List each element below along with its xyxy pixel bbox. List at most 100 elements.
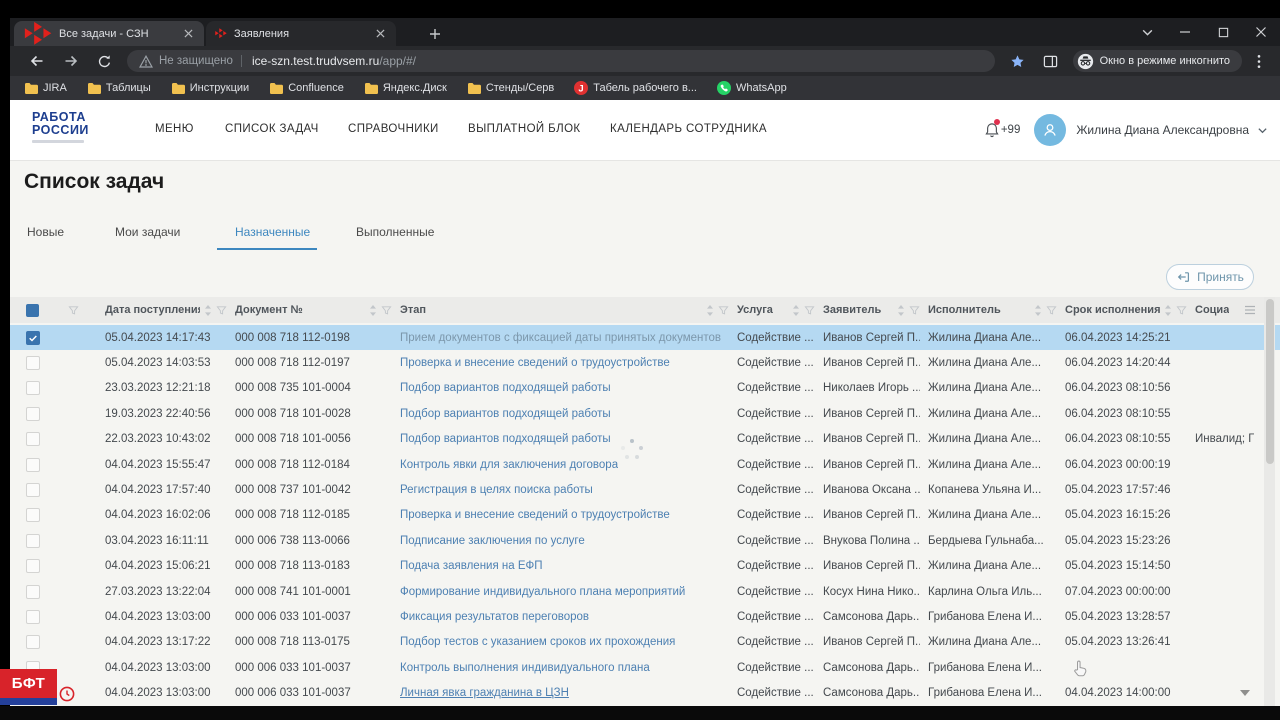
row-checkbox[interactable] [26,381,40,396]
window-maximize-button[interactable] [1204,18,1242,46]
cell-text[interactable]: Подбор вариантов подходящей работы [400,433,611,445]
filter-funnel-icon[interactable] [804,305,815,316]
row-checkbox[interactable] [26,330,40,345]
sort-icon[interactable] [204,304,212,317]
cell-text[interactable]: Формирование индивидуального плана мероп… [400,586,685,598]
column-header[interactable]: Исполнитель [928,297,1065,323]
bookmark-item[interactable]: Confluence [269,82,344,94]
window-close-button[interactable] [1242,18,1280,46]
table-row[interactable]: 04.04.2023 13:17:22 000 008 718 113-0175 П… [10,630,1280,655]
sort-icon[interactable] [1034,304,1042,317]
cell-text[interactable]: Подбор вариантов подходящей работы [400,408,611,420]
row-checkbox[interactable] [26,635,40,650]
cell-text[interactable]: Подача заявления на ЕФП [400,560,543,572]
avatar[interactable] [1034,114,1067,146]
row-checkbox[interactable] [26,483,40,498]
sort-icon[interactable] [369,304,377,317]
cell-text[interactable]: Проверка и внесение сведений о трудоустр… [400,357,670,369]
nav-item[interactable]: СПРАВОЧНИКИ [348,123,439,135]
cell-text[interactable]: Фиксация результатов переговоров [400,611,589,623]
accept-button[interactable]: Принять [1166,264,1254,290]
table-row[interactable]: 04.04.2023 17:57:40 000 008 737 101-0042 Р… [10,477,1280,502]
filter-funnel-icon[interactable] [68,305,79,316]
column-header[interactable]: Дата поступления [105,297,235,323]
window-minimize-button[interactable] [1166,18,1204,46]
filter-funnel-icon[interactable] [1046,305,1057,316]
row-checkbox[interactable] [26,508,40,523]
table-row[interactable]: 04.04.2023 15:06:21 000 008 718 113-0183 П… [10,554,1280,579]
cell-text[interactable]: Подбор вариантов подходящей работы [400,382,611,394]
tab-close-icon[interactable] [181,26,196,41]
select-all-checkbox[interactable] [26,303,39,317]
bookmark-item[interactable]: J Табель рабочего в... [574,81,697,95]
filter-funnel-icon[interactable] [1176,305,1187,316]
scrollbar-thumb[interactable] [1265,299,1274,464]
refresh-icon[interactable] [88,54,121,69]
column-header[interactable] [10,297,60,323]
column-header[interactable] [60,297,105,323]
sort-icon[interactable] [706,304,714,317]
column-header[interactable]: Заявитель [823,297,928,323]
table-row[interactable]: 04.04.2023 13:03:00 000 006 033 101-0037 Ф… [10,604,1280,629]
table-row[interactable]: 23.03.2023 12:21:18 000 008 735 101-0004 П… [10,376,1280,401]
row-checkbox[interactable] [26,432,40,447]
table-row[interactable]: 19.03.2023 22:40:56 000 008 718 101-0028 П… [10,401,1280,426]
row-checkbox[interactable] [26,610,40,625]
window-chevron-down-icon[interactable] [1128,18,1166,46]
bookmark-item[interactable]: WhatsApp [716,81,787,95]
column-header[interactable]: Социа [1195,297,1264,323]
row-checkbox[interactable] [26,559,40,574]
table-row[interactable]: 05.04.2023 14:03:53 000 008 718 112-0197 П… [10,350,1280,375]
table-row[interactable]: 05.04.2023 14:17:43 000 008 718 112-0198 П… [10,325,1280,351]
bookmark-item[interactable]: JIRA [24,82,67,94]
tab-item[interactable]: Выполненные [356,225,434,239]
filter-funnel-icon[interactable] [718,305,729,316]
cell-text[interactable]: Подписание заключения по услуге [400,535,585,547]
menu-dots-icon[interactable] [1248,54,1270,69]
nav-item[interactable]: КАЛЕНДАРЬ СОТРУДНИКА [610,123,767,135]
scroll-down-arrow-icon[interactable] [1240,690,1250,696]
table-row[interactable]: 04.04.2023 16:02:06 000 008 718 112-0185 П… [10,503,1280,528]
rabota-rossii-logo[interactable]: РАБОТА РОССИИ [24,111,89,143]
tab-active[interactable]: Назначенные [235,225,310,239]
back-icon[interactable] [20,53,54,69]
side-panel-icon[interactable] [1034,54,1067,69]
table-row[interactable]: 04.04.2023 13:03:00 000 006 033 101-0037 Л… [10,681,1280,706]
cell-text[interactable]: Регистрация в целях поиска работы [400,484,593,496]
column-header[interactable]: Срок исполнения [1065,297,1195,323]
user-chevron-down-icon[interactable] [1257,125,1268,136]
table-row[interactable]: 04.04.2023 13:03:00 000 006 033 101-0037 К… [10,655,1280,680]
cell-text[interactable]: Прием документов с фиксацией даты принят… [400,332,721,344]
bookmark-item[interactable]: Таблицы [87,82,151,94]
filter-funnel-icon[interactable] [381,305,392,316]
bookmark-star-icon[interactable] [1001,54,1034,69]
cell-text[interactable]: Контроль выполнения индивидуального план… [400,662,650,674]
filter-funnel-icon[interactable] [909,305,920,316]
tab-item[interactable]: Новые [27,225,64,239]
row-checkbox[interactable] [26,533,40,548]
new-tab-button[interactable] [425,24,445,44]
bookmark-item[interactable]: Яндекс.Диск [364,82,447,94]
column-header[interactable]: Документ № [235,297,400,323]
browser-tab[interactable]: Все задачи - СЗН [14,21,204,46]
sort-icon[interactable] [897,304,905,317]
table-scrollbar[interactable] [1264,297,1275,706]
row-checkbox[interactable] [26,356,40,371]
row-checkbox[interactable] [26,406,40,421]
address-bar[interactable]: Не защищено ice-szn.test.trudvsem.ru /ap… [127,50,995,72]
cell-text[interactable]: Проверка и внесение сведений о трудоустр… [400,509,670,521]
nav-item[interactable]: ВЫПЛАТНОЙ БЛОК [468,123,581,135]
column-header[interactable]: Услуга [737,297,823,323]
row-checkbox[interactable] [26,457,40,472]
forward-icon[interactable] [54,53,88,69]
table-row[interactable]: 27.03.2023 13:22:04 000 008 741 101-0001 Ф… [10,579,1280,604]
column-menu-icon[interactable] [1244,305,1256,315]
cell-text[interactable]: Контроль явки для заключения договора [400,459,618,471]
cell-text[interactable]: Подбор тестов с указанием сроков их прох… [400,636,675,648]
table-row[interactable]: 03.04.2023 16:11:11 000 006 738 113-0066 П… [10,528,1280,553]
browser-tab[interactable]: Заявления [206,21,396,46]
bookmark-item[interactable]: Инструкции [171,82,249,94]
sort-icon[interactable] [1164,304,1172,317]
column-header[interactable]: Этап [400,297,737,323]
row-checkbox[interactable] [26,584,40,599]
